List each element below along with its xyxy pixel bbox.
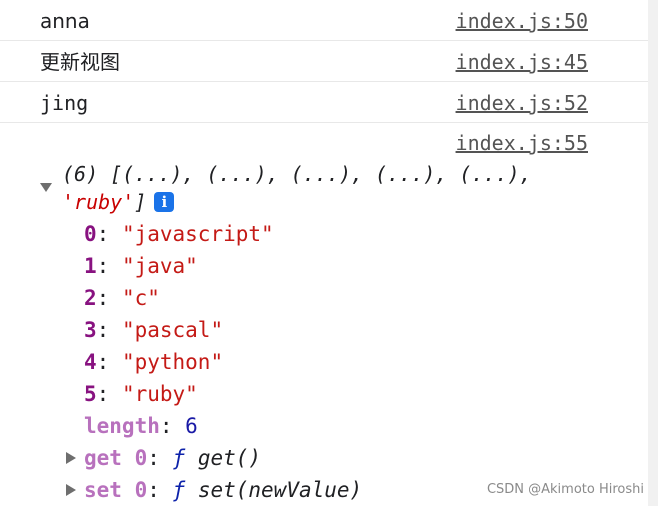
summary-last-item: 'ruby' [62, 190, 135, 214]
length-value: 6 [185, 414, 198, 438]
console-panel: anna index.js:50 更新视图 index.js:45 jing i… [0, 0, 648, 506]
function-icon: ƒ [172, 446, 186, 470]
item-index: 2 [84, 286, 97, 310]
watermark: CSDN @Akimoto Hiroshi [486, 482, 644, 497]
item-index: 4 [84, 350, 97, 374]
function-icon: ƒ [172, 478, 186, 502]
info-icon[interactable]: i [154, 192, 175, 212]
item-value: "javascript" [121, 222, 274, 246]
item-value: "c" [121, 286, 160, 310]
array-summary-line[interactable]: (6) [(...), (...), (...), (...), (...), [62, 160, 532, 188]
setter-name: set(newValue) [197, 478, 363, 502]
source-link[interactable]: index.js:50 [456, 9, 588, 33]
array-item: 5: "ruby" [84, 382, 198, 406]
getter-name: get() [197, 446, 262, 470]
array-item: 1: "java" [84, 254, 198, 278]
length-key: length [84, 414, 160, 438]
log-message: jing [40, 91, 89, 115]
item-index: 1 [84, 254, 97, 278]
expand-triangle-icon[interactable] [66, 484, 76, 496]
getter-key: get 0 [84, 446, 148, 470]
scrollbar[interactable] [648, 0, 658, 506]
item-value: "java" [121, 254, 198, 278]
collapse-triangle-icon[interactable] [40, 183, 52, 192]
source-link[interactable]: index.js:55 [456, 131, 588, 155]
array-item: 3: "pascal" [84, 318, 224, 342]
item-value: "ruby" [121, 382, 198, 406]
getter-property[interactable]: get 0: ƒ get() [84, 444, 261, 472]
expand-triangle-icon[interactable] [66, 452, 76, 464]
array-item: 2: "c" [84, 286, 160, 310]
length-property: length: 6 [84, 414, 198, 438]
item-index: 0 [84, 222, 97, 246]
setter-property[interactable]: set 0: ƒ set(newValue) [84, 476, 362, 504]
array-item: 4: "python" [84, 350, 224, 374]
item-value: "python" [121, 350, 224, 374]
console-log-row: anna index.js:50 [0, 0, 648, 41]
array-item: 0: "javascript" [84, 222, 274, 246]
log-message: anna [40, 9, 90, 33]
item-value: "pascal" [121, 318, 224, 342]
item-index: 3 [84, 318, 97, 342]
summary-close-bracket: ] [134, 190, 147, 214]
setter-key: set 0 [84, 478, 148, 502]
source-link[interactable]: index.js:52 [456, 91, 588, 115]
log-message: 更新视图 [40, 50, 120, 74]
source-link[interactable]: index.js:45 [456, 50, 588, 74]
array-summary-line-2[interactable]: 'ruby'] i [62, 188, 175, 216]
item-index: 5 [84, 382, 97, 406]
console-log-row: 更新视图 index.js:45 [0, 41, 648, 82]
console-log-row: jing index.js:52 [0, 82, 648, 123]
